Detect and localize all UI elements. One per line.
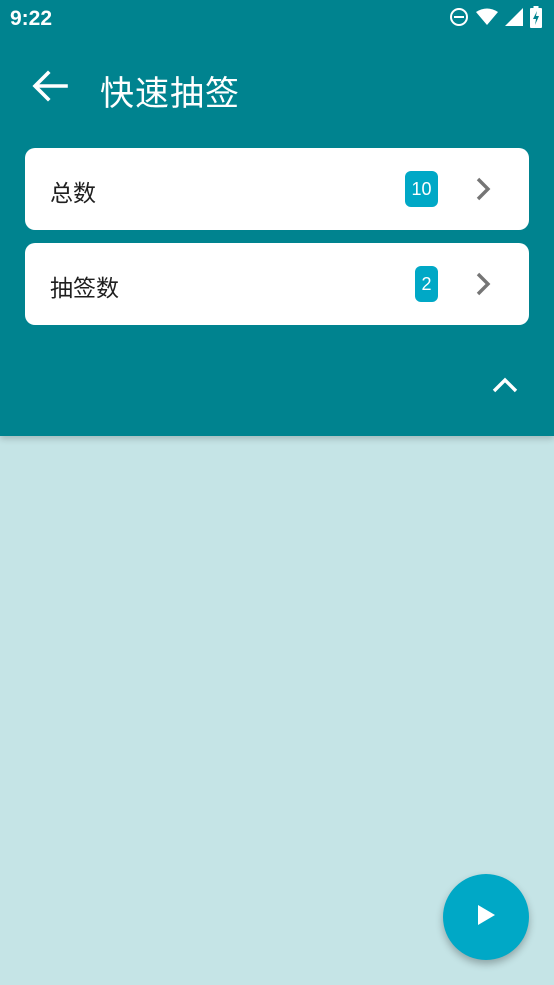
draw-count-badge: 2 (415, 266, 438, 302)
page-title: 快速抽签 (100, 74, 240, 114)
wifi-icon (476, 8, 498, 30)
collapse-button[interactable] (484, 368, 526, 406)
draw-count-label: 抽签数 (50, 276, 119, 302)
status-icons (449, 6, 542, 32)
battery-charging-icon (530, 6, 542, 32)
app-bar: 快速抽签 (0, 38, 554, 138)
status-time: 9:22 (10, 7, 53, 30)
header-panel: 9:22 快速抽签 总数 10 抽签数 2 (0, 0, 554, 436)
chevron-right-icon (469, 270, 497, 298)
play-icon (475, 903, 497, 931)
arrow-left-icon (32, 70, 68, 106)
chevron-right-icon (469, 175, 497, 203)
total-count-row[interactable]: 总数 10 (25, 148, 529, 230)
draw-count-row[interactable]: 抽签数 2 (25, 243, 529, 325)
chevron-up-icon (491, 376, 519, 398)
do-not-disturb-icon (449, 7, 469, 31)
back-button[interactable] (20, 58, 80, 118)
start-draw-fab[interactable] (443, 874, 529, 960)
total-count-badge: 10 (405, 171, 438, 207)
status-bar: 9:22 (0, 0, 554, 38)
total-count-label: 总数 (50, 181, 96, 207)
signal-icon (505, 8, 523, 30)
